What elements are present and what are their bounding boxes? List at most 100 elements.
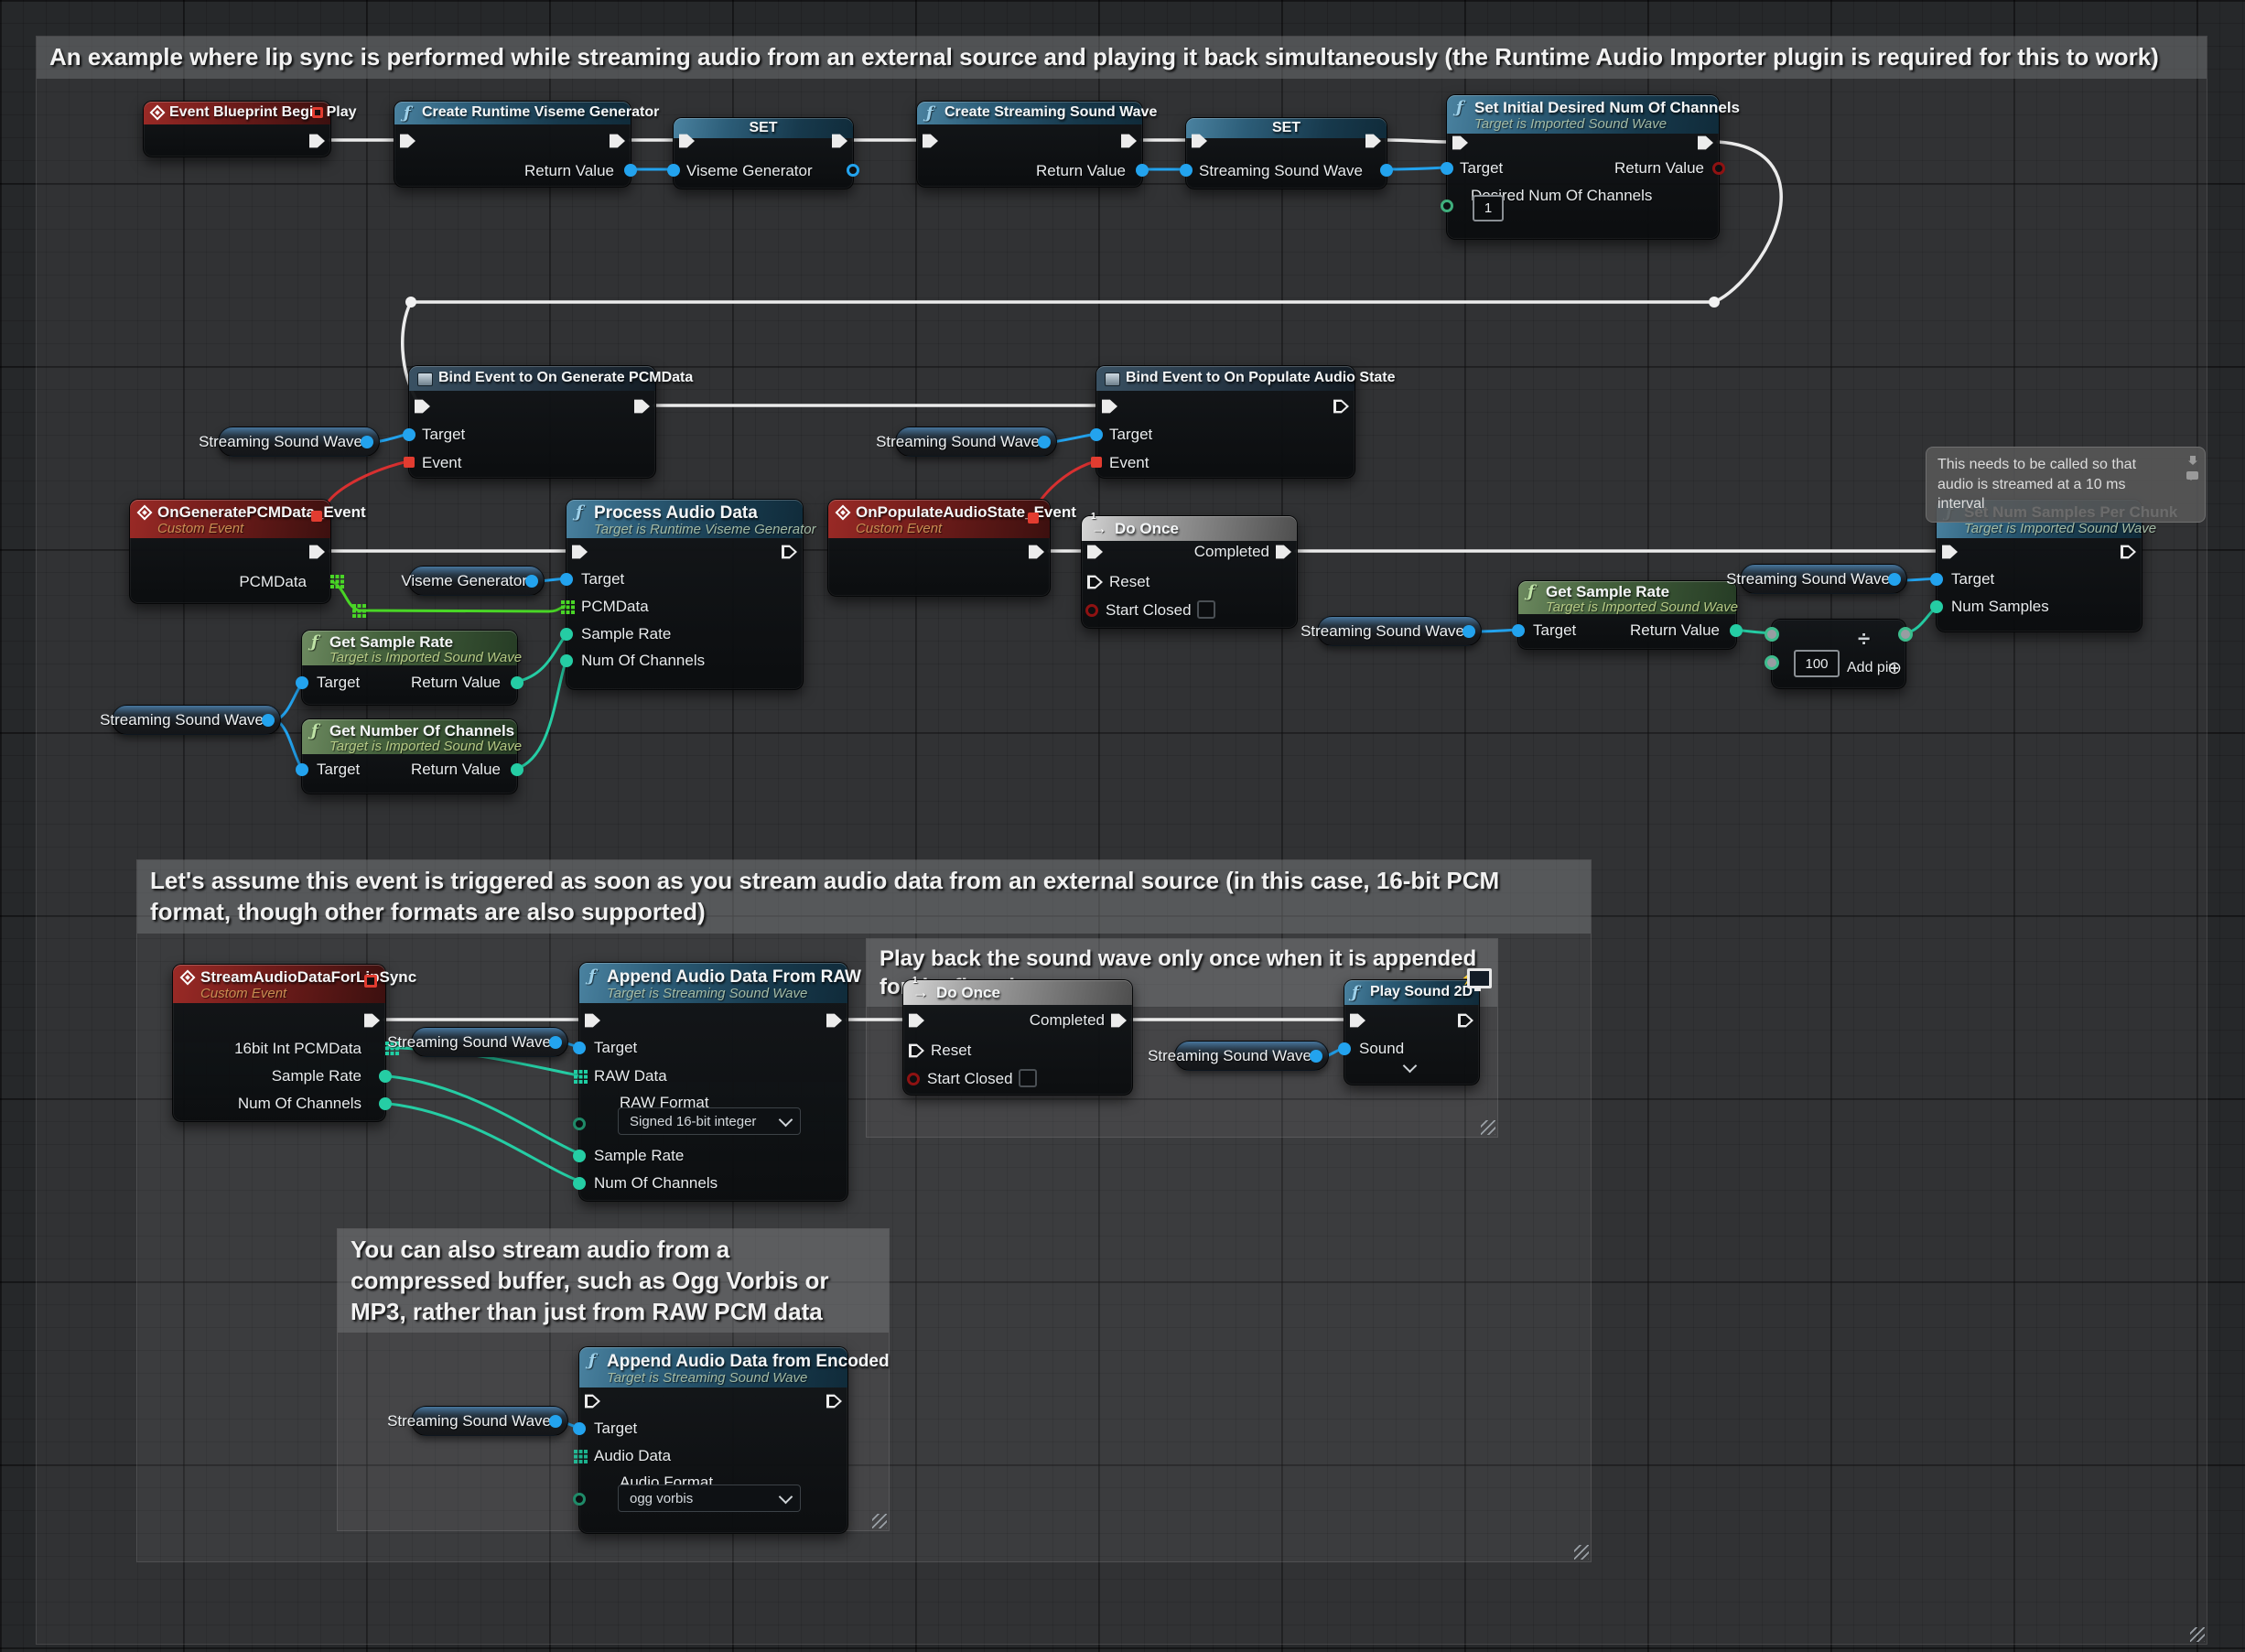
event-delegate-pin[interactable]	[1091, 457, 1102, 468]
return-value-pin[interactable]	[1136, 164, 1149, 177]
exec-in-pin[interactable]	[679, 134, 695, 148]
exec-out-pin[interactable]	[610, 134, 625, 148]
node-set-initial-desired-num-of-channels[interactable]: ƒ Set Initial Desired Num Of Channels Ta…	[1446, 94, 1720, 240]
exec-out-pin[interactable]	[782, 545, 797, 559]
exec-out-pin[interactable]	[832, 134, 847, 148]
sample-rate-pin[interactable]	[573, 1150, 586, 1162]
pill-streaming-sound-wave[interactable]: Streaming Sound Wave	[1317, 616, 1482, 646]
blueprint-graph-canvas[interactable]: An example where lip sync is performed w…	[0, 0, 2245, 1652]
num-of-channels-pin[interactable]	[573, 1177, 586, 1190]
pill-streaming-sound-wave[interactable]: Streaming Sound Wave	[411, 1027, 568, 1057]
node-do-once-1[interactable]: → Do Once Completed Reset Start Closed	[1081, 515, 1298, 629]
divide-input-b-pin[interactable]	[1765, 655, 1779, 670]
node-on-generate-pcmdata-event[interactable]: OnGeneratePCMData_Event Custom Event PCM…	[129, 499, 331, 604]
exec-out-pin[interactable]	[1029, 545, 1044, 559]
pill-streaming-sound-wave[interactable]: Streaming Sound Wave	[895, 426, 1057, 457]
sample-rate-pin[interactable]	[379, 1070, 392, 1083]
divide-input-a-pin[interactable]	[1765, 627, 1779, 642]
node-bind-event-on-populate-audio-state[interactable]: Bind Event to On Populate Audio State Ta…	[1096, 365, 1355, 479]
delegate-pin[interactable]	[364, 975, 377, 988]
raw-format-dropdown[interactable]: Signed 16-bit integer	[618, 1107, 801, 1135]
node-create-runtime-viseme-generator[interactable]: ƒ Create Runtime Viseme Generator Return…	[394, 101, 631, 188]
target-pin[interactable]	[403, 428, 416, 441]
pill-streaming-sound-wave[interactable]: Streaming Sound Wave	[218, 426, 380, 457]
node-set-streaming-sound-wave[interactable]: SET Streaming Sound Wave	[1185, 117, 1387, 189]
desired-num-of-channels-value[interactable]: 1	[1473, 195, 1504, 221]
num-of-channels-pin[interactable]	[379, 1097, 392, 1110]
output-pin[interactable]	[549, 1415, 562, 1428]
exec-in-pin[interactable]	[1942, 545, 1958, 559]
completed-pin[interactable]	[1276, 545, 1291, 559]
exec-in-pin[interactable]	[400, 134, 416, 148]
node-process-audio-data[interactable]: ƒ Process Audio Data Target is Runtime V…	[566, 499, 804, 690]
exec-out-pin[interactable]	[2121, 545, 2136, 559]
delegate-pin[interactable]	[311, 511, 322, 522]
start-closed-checkbox[interactable]	[1019, 1069, 1037, 1087]
add-pin-icon[interactable]: ⊕	[1887, 658, 1902, 679]
node-on-populate-audio-state-event[interactable]: OnPopulateAudioState_Event Custom Event	[827, 499, 1051, 597]
node-append-audio-data-from-encoded[interactable]: ƒ Append Audio Data from Encoded Target …	[578, 1346, 848, 1534]
pcmdata-array-pin[interactable]	[561, 600, 565, 604]
output-pin[interactable]	[262, 714, 275, 727]
divide-output-pin[interactable]	[1898, 627, 1913, 642]
return-value-pin[interactable]	[511, 676, 523, 689]
node-bind-event-on-generate-pcmdata[interactable]: Bind Event to On Generate PCMData Target…	[408, 365, 656, 479]
exec-in-pin[interactable]	[585, 1394, 600, 1409]
target-pin[interactable]	[296, 676, 308, 689]
pill-streaming-sound-wave[interactable]: Streaming Sound Wave	[112, 705, 281, 735]
output-pin[interactable]	[1888, 573, 1901, 586]
exec-out-pin[interactable]	[309, 545, 325, 559]
return-value-pin[interactable]	[624, 164, 637, 177]
reset-pin[interactable]	[909, 1043, 924, 1058]
exec-out-pin[interactable]	[364, 1013, 380, 1028]
reset-pin[interactable]	[1087, 575, 1103, 589]
target-pin[interactable]	[296, 763, 308, 776]
node-set-viseme-generator[interactable]: SET Viseme Generator	[673, 117, 854, 189]
exec-out-pin[interactable]	[826, 1013, 842, 1028]
array-reroute-node[interactable]	[352, 604, 356, 608]
exec-in-pin[interactable]	[1452, 135, 1468, 150]
start-closed-pin[interactable]	[1085, 604, 1098, 617]
pcmdata-array-pin[interactable]	[330, 575, 334, 578]
output-pin[interactable]	[1038, 436, 1051, 448]
node-get-sample-rate-left[interactable]: ƒ Get Sample Rate Target is Imported Sou…	[301, 630, 518, 706]
exec-out-pin[interactable]	[1121, 134, 1137, 148]
input-pin[interactable]	[1180, 164, 1193, 177]
audio-data-array-pin[interactable]	[574, 1450, 577, 1453]
delegate-pin[interactable]	[1028, 513, 1039, 524]
exec-in-pin[interactable]	[1087, 545, 1103, 559]
return-value-pin[interactable]	[1712, 162, 1725, 175]
sound-pin[interactable]	[1338, 1042, 1351, 1055]
target-pin[interactable]	[560, 573, 573, 586]
completed-pin[interactable]	[1111, 1013, 1127, 1028]
node-get-number-of-channels[interactable]: ƒ Get Number Of Channels Target is Impor…	[301, 718, 518, 794]
target-pin[interactable]	[1512, 624, 1525, 637]
start-closed-pin[interactable]	[907, 1073, 920, 1085]
node-stream-audio-data-for-lipsync[interactable]: StreamAudioDataForLipSync Custom Event 1…	[172, 964, 386, 1122]
sample-rate-pin[interactable]	[560, 628, 573, 641]
target-pin[interactable]	[573, 1042, 586, 1054]
exec-in-pin[interactable]	[572, 545, 588, 559]
target-pin[interactable]	[573, 1422, 586, 1435]
node-event-begin-play[interactable]: Event Blueprint Begin Play	[143, 101, 331, 157]
raw-format-pin[interactable]	[573, 1118, 586, 1130]
output-pin[interactable]	[1380, 164, 1393, 177]
target-pin[interactable]	[1090, 428, 1103, 441]
expand-advanced-chevron-icon[interactable]	[1403, 1059, 1418, 1074]
node-do-once-2[interactable]: → Do Once Completed Reset Start Closed	[902, 979, 1133, 1096]
exec-in-pin[interactable]	[923, 134, 938, 148]
node-get-sample-rate-right[interactable]: ƒ Get Sample Rate Target is Imported Sou…	[1517, 580, 1737, 650]
output-pin[interactable]	[1462, 625, 1475, 638]
audio-format-pin[interactable]	[573, 1493, 586, 1506]
return-value-pin[interactable]	[1730, 624, 1743, 637]
return-value-pin[interactable]	[511, 763, 523, 776]
target-pin[interactable]	[1930, 573, 1943, 586]
node-divide[interactable]: 100 ÷ Add pin ⊕	[1771, 619, 1906, 689]
pill-streaming-sound-wave[interactable]: Streaming Sound Wave	[1174, 1041, 1329, 1071]
output-pin[interactable]	[549, 1036, 562, 1049]
pill-viseme-generator[interactable]: Viseme Generator	[408, 566, 545, 596]
delegate-pin[interactable]	[312, 107, 323, 118]
pill-streaming-sound-wave[interactable]: Streaming Sound Wave	[411, 1406, 568, 1436]
input-pin[interactable]	[667, 164, 680, 177]
output-pin[interactable]	[1310, 1050, 1322, 1063]
